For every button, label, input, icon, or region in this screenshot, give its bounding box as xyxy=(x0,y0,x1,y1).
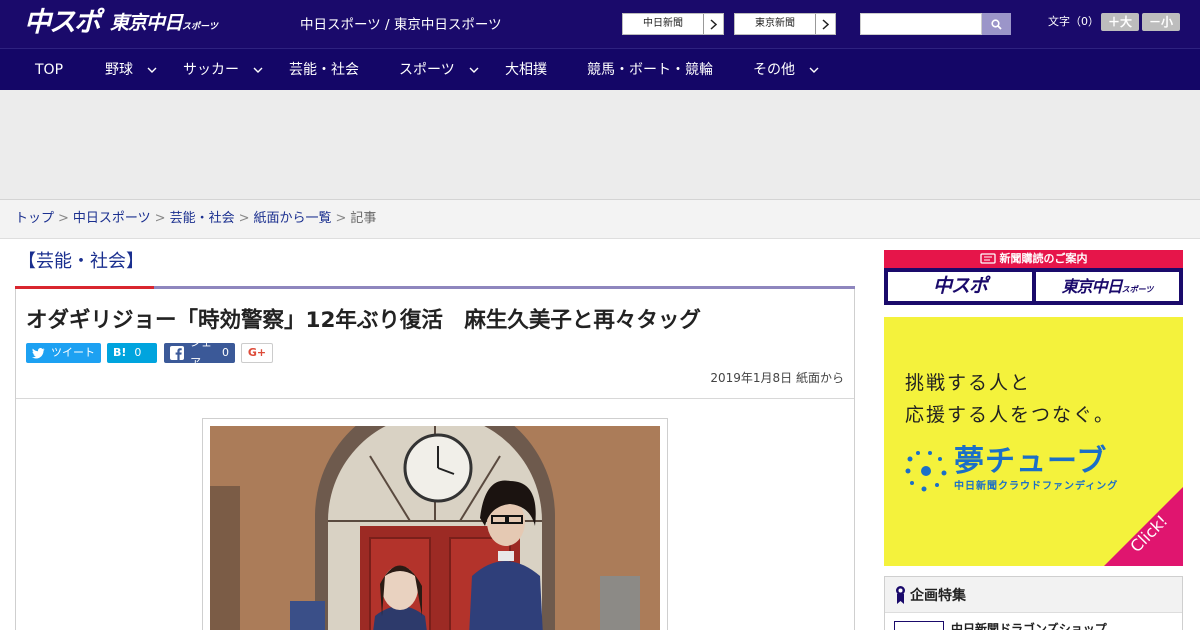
twitter-icon xyxy=(32,347,45,359)
breadcrumb-link-entertainment[interactable]: 芸能・社会 xyxy=(170,211,235,226)
nav-item-entertainment[interactable]: 芸能・社会 xyxy=(289,49,359,91)
nav-item-top[interactable]: TOP xyxy=(35,49,63,91)
tokyo-tile-text: 東京中日 xyxy=(1061,277,1123,296)
breadcrumb-link-top[interactable]: トップ xyxy=(15,211,54,226)
breadcrumb-separator: > xyxy=(58,211,69,226)
breadcrumb-separator: > xyxy=(238,211,250,226)
facebook-share-button[interactable]: シェア 0 xyxy=(164,336,235,369)
breadcrumb-current: 記事 xyxy=(350,211,377,226)
chuspo-logo[interactable]: 中スポ xyxy=(24,8,101,38)
nav-label: スポーツ xyxy=(399,62,455,78)
chevron-down-icon xyxy=(253,49,263,91)
breadcrumb-link-chunichi-sports[interactable]: 中日スポーツ xyxy=(73,211,151,226)
ribbon-icon xyxy=(895,585,906,609)
chevron-down-icon xyxy=(469,49,479,91)
nav-label: その他 xyxy=(753,62,795,78)
special-features-box: 企画特集 中日新聞ドラゴンズショップ xyxy=(884,576,1183,630)
special-features-header: 企画特集 xyxy=(885,577,1182,613)
banner-line-1: 挑戦する人と xyxy=(905,372,1032,394)
subscription-heading: 新聞購読のご案内 xyxy=(884,250,1183,268)
shop-thumbnail[interactable] xyxy=(894,621,944,630)
tokyo-logo-small: スポーツ xyxy=(182,22,218,32)
article-divider xyxy=(16,398,854,399)
chevron-down-icon xyxy=(147,49,157,91)
nav-item-sumo[interactable]: 大相撲 xyxy=(505,49,547,91)
ad-space xyxy=(0,90,1200,200)
chunichi-shimbun-label: 中日新聞 xyxy=(643,18,683,29)
chunichi-shimbun-link[interactable]: 中日新聞 xyxy=(622,13,724,35)
chevron-right-icon xyxy=(703,14,723,34)
facebook-icon xyxy=(170,346,184,360)
tokyo-logo-text: 東京中日 xyxy=(110,12,183,34)
dots-logo-icon xyxy=(905,451,947,492)
hatena-label: B! xyxy=(113,346,127,359)
subscribe-chuspo-button[interactable]: 中スポ xyxy=(888,272,1032,301)
tokyo-shimbun-label: 東京新聞 xyxy=(755,18,795,29)
article-photo[interactable] xyxy=(210,426,660,630)
breadcrumb-bar: トップ > 中日スポーツ > 芸能・社会 > 紙面から一覧 > 記事 xyxy=(0,200,1200,239)
nav-label: TOP xyxy=(35,62,64,78)
breadcrumb-separator: > xyxy=(335,211,347,226)
breadcrumb-link-paper-list[interactable]: 紙面から一覧 xyxy=(254,211,332,226)
chevron-right-icon xyxy=(815,14,835,34)
article-photo-frame xyxy=(202,418,668,630)
category-heading: 【芸能・社会】 xyxy=(18,251,144,272)
nav-label: 大相撲 xyxy=(505,62,547,78)
special-features-title: 企画特集 xyxy=(910,588,966,604)
nav-label: サッカー xyxy=(183,62,239,78)
nav-label: 競馬・ボート・競輪 xyxy=(587,62,713,78)
crowdfunding-banner[interactable]: 挑戦する人と 応援する人をつなぐ。 夢チューブ 中日新聞クラウドファンディング … xyxy=(884,317,1183,566)
search-button[interactable] xyxy=(982,13,1011,35)
subscription-heading-text: 新聞購読のご案内 xyxy=(999,252,1088,265)
article-box: オダギリジョー「時効警察」12年ぶり復活 麻生久美子と再々タッグ ツイート B!… xyxy=(15,289,855,630)
font-smaller-button[interactable]: －小 xyxy=(1142,13,1180,31)
subscribe-tokyo-chunichi-button[interactable]: 東京中日スポーツ xyxy=(1036,272,1179,301)
tweet-button[interactable]: ツイート xyxy=(26,343,101,363)
google-plus-button[interactable]: G+ xyxy=(241,343,273,363)
banner-subtitle: 中日新聞クラウドファンディング xyxy=(954,481,1119,492)
site-header: 中スポ 東京中日スポーツ 中日スポーツ / 東京中日スポーツ 中日新聞 東京新聞… xyxy=(0,0,1200,48)
site-title[interactable]: 中日スポーツ / 東京中日スポーツ xyxy=(300,16,502,34)
facebook-count: 0 xyxy=(222,346,229,359)
nav-item-sports[interactable]: スポーツ xyxy=(399,49,479,91)
main-nav: TOP 野球 サッカー 芸能・社会 スポーツ 大相撲 競馬・ボート・競輪 その他 xyxy=(0,48,1200,90)
tokyo-chunichi-logo[interactable]: 東京中日スポーツ xyxy=(110,11,218,39)
tokyo-shimbun-link[interactable]: 東京新聞 xyxy=(734,13,836,35)
chevron-down-icon xyxy=(809,49,819,91)
nav-item-racing[interactable]: 競馬・ボート・競輪 xyxy=(587,49,713,91)
breadcrumb: トップ > 中日スポーツ > 芸能・社会 > 紙面から一覧 > 記事 xyxy=(15,210,376,228)
nav-label: 芸能・社会 xyxy=(289,62,359,78)
nav-item-baseball[interactable]: 野球 xyxy=(105,49,157,91)
subscription-box: 新聞購読のご案内 中スポ 東京中日スポーツ xyxy=(884,250,1183,305)
breadcrumb-separator: > xyxy=(154,211,166,226)
font-bigger-button[interactable]: ＋大 xyxy=(1101,13,1139,31)
nav-item-soccer[interactable]: サッカー xyxy=(183,49,263,91)
tokyo-tile-small: スポーツ xyxy=(1121,285,1154,294)
facebook-label: シェア xyxy=(190,336,212,369)
article-date: 2019年1月8日 紙面から xyxy=(710,371,844,385)
tweet-label: ツイート xyxy=(51,346,95,359)
banner-brand: 夢チューブ xyxy=(954,444,1108,479)
nav-item-other[interactable]: その他 xyxy=(753,49,819,91)
nav-label: 野球 xyxy=(105,62,133,78)
special-item-link[interactable]: 中日新聞ドラゴンズショップ xyxy=(951,621,1107,630)
font-size-label: 文字（0） xyxy=(1048,15,1099,28)
banner-line-2: 応援する人をつなぐ。 xyxy=(905,404,1116,426)
ticket-icon xyxy=(979,252,996,270)
hatena-count: 0 xyxy=(134,346,142,359)
search-icon xyxy=(991,15,1002,34)
search-input[interactable] xyxy=(860,13,982,35)
article-headline: オダギリジョー「時効警察」12年ぶり復活 麻生久美子と再々タッグ xyxy=(26,308,701,333)
hatena-bookmark-button[interactable]: B! 0 xyxy=(107,343,157,363)
